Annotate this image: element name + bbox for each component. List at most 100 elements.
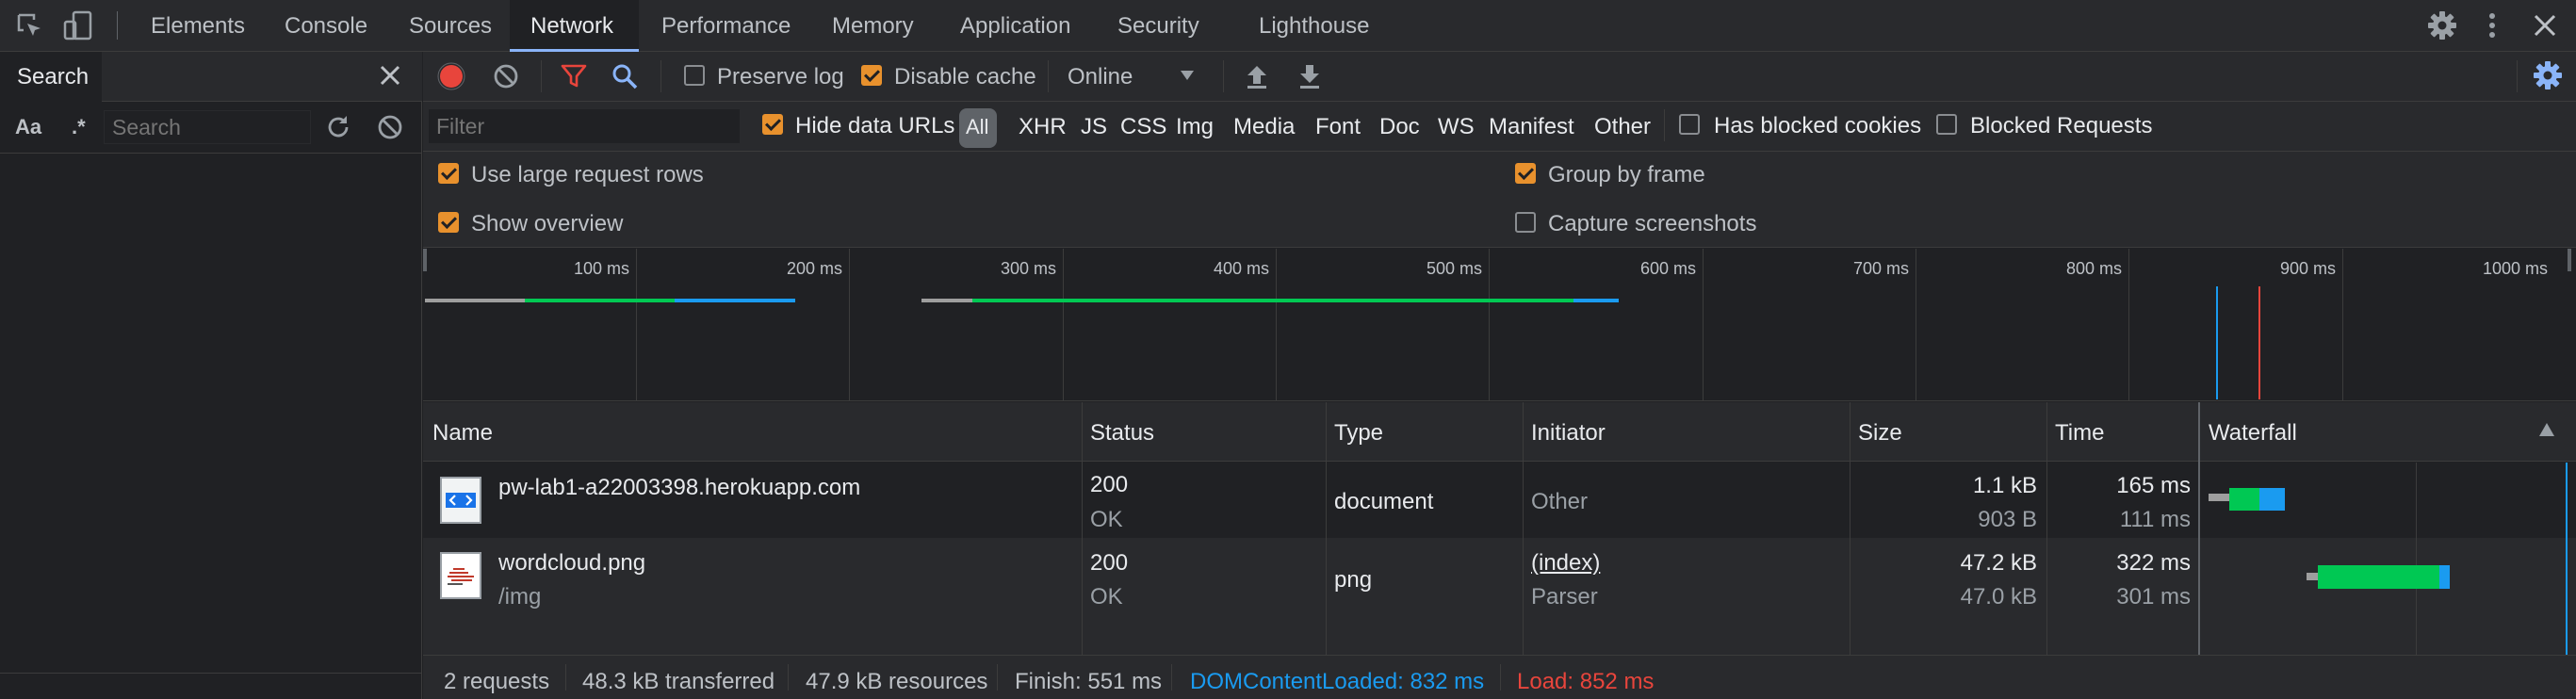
overview-pane [423,249,2576,401]
type-filter-all[interactable]: All [966,117,988,138]
type-filter-img[interactable]: Img [1176,116,1214,138]
search-options-divider [0,153,422,154]
overview-tick-400: 400 ms [1214,259,1270,278]
show-overview-label: Show overview [471,211,624,236]
has-blocked-cookies-checkbox[interactable] [1679,114,1700,135]
waterfall-bar-queue [2307,573,2318,580]
column-header-size[interactable]: Size [1858,422,1902,445]
overview-right-edge [2568,249,2571,271]
overview-gridline [2128,249,2129,401]
request-size-resource: 47.0 kB [1960,584,2037,610]
throttling-select[interactable]: Online [1068,66,1133,89]
filter-input[interactable] [429,109,740,143]
status-transferred: 48.3 kB transferred [582,669,775,694]
sort-ascending-icon[interactable] [2538,422,2555,437]
overview-load-marker [2258,286,2260,399]
search-network-icon[interactable] [611,62,639,90]
request-status-text: OK [1090,584,1123,610]
overview-bar-png-queue [921,299,972,302]
tab-elements[interactable]: Elements [151,15,245,38]
close-devtools-icon[interactable] [2533,13,2557,38]
show-overview-checkbox[interactable] [438,212,459,233]
type-filter-ws[interactable]: WS [1438,116,1475,138]
column-header-waterfall[interactable]: Waterfall [2209,422,2297,445]
type-filter-other[interactable]: Other [1594,116,1651,138]
refresh-icon[interactable] [324,113,352,141]
overview-gridline [1703,249,1704,401]
tab-application[interactable]: Application [960,15,1070,38]
overview-gridline [1063,249,1064,401]
chevron-down-icon[interactable] [1180,69,1195,82]
status-request-count: 2 requests [444,669,550,694]
inspect-element-icon[interactable] [15,11,43,40]
status-separator [1171,664,1172,691]
tab-security[interactable]: Security [1117,15,1199,38]
import-har-icon[interactable] [1244,62,1270,90]
clear-search-icon[interactable] [377,114,403,140]
type-filter-xhr[interactable]: XHR [1019,116,1067,138]
overview-gridline [849,249,850,401]
disable-cache-checkbox[interactable] [861,65,882,86]
column-divider [2046,402,2047,655]
type-filter-css[interactable]: CSS [1120,116,1166,138]
column-header-initiator[interactable]: Initiator [1531,422,1606,445]
column-header-time[interactable]: Time [2055,422,2104,445]
search-input[interactable] [104,110,311,144]
image-file-icon [440,552,481,599]
tab-network[interactable]: Network [530,15,613,38]
request-name[interactable]: wordcloud.png [498,552,645,575]
request-initiator: Other [1531,489,1589,514]
hide-data-urls-checkbox[interactable] [762,114,783,135]
more-options-icon[interactable] [2483,9,2502,41]
request-initiator-link[interactable]: (index) [1531,552,1600,575]
tab-performance[interactable]: Performance [661,15,791,38]
settings-gear-icon[interactable] [2426,9,2458,41]
has-blocked-cookies-label: Has blocked cookies [1714,113,1922,138]
column-header-status[interactable]: Status [1090,422,1154,445]
overview-tick-800: 800 ms [2066,259,2123,278]
column-header-type[interactable]: Type [1334,422,1383,445]
filter-separator [1664,109,1665,141]
overview-tick-1000: 1000 ms [2483,259,2549,278]
request-time: 165 ms [2116,473,2191,498]
clear-log-icon[interactable] [493,63,519,89]
group-by-frame-checkbox[interactable] [1515,163,1536,184]
request-initiator-type: Parser [1531,584,1598,610]
device-toolbar-icon[interactable] [62,9,94,41]
request-time-latency: 111 ms [2119,507,2191,532]
capture-screenshots-checkbox[interactable] [1515,212,1536,233]
network-settings-gear-icon[interactable] [2532,59,2564,91]
settings-pane [423,152,2576,248]
capture-screenshots-label: Capture screenshots [1548,211,1757,236]
table-row[interactable] [423,538,2576,655]
record-button-icon[interactable] [437,62,465,90]
status-separator [1500,664,1501,691]
type-filter-manifest[interactable]: Manifest [1489,116,1574,138]
preserve-log-checkbox[interactable] [684,65,705,86]
tab-lighthouse[interactable]: Lighthouse [1259,15,1369,38]
search-panel-footer-divider [0,673,422,674]
type-filter-font[interactable]: Font [1315,116,1361,138]
status-finish: Finish: 551 ms [1015,669,1163,694]
tab-console[interactable]: Console [285,15,367,38]
overview-gridline [1276,249,1277,401]
large-rows-checkbox[interactable] [438,163,459,184]
filter-icon[interactable] [560,63,588,89]
regex-button[interactable]: .* [72,117,86,138]
waterfall-dcl-line [2566,463,2568,655]
blocked-requests-checkbox[interactable] [1936,114,1957,135]
request-status-text: OK [1090,507,1123,532]
request-name[interactable]: pw-lab1-a22003398.herokuapp.com [498,477,860,499]
match-case-button[interactable]: Aa [15,117,41,138]
overview-tick-100: 100 ms [574,259,630,278]
tab-sources[interactable]: Sources [409,15,492,38]
type-filter-js[interactable]: JS [1081,116,1107,138]
blocked-requests-label: Blocked Requests [1970,113,2153,138]
type-filter-media[interactable]: Media [1233,116,1295,138]
tab-memory[interactable]: Memory [832,15,914,38]
export-har-icon[interactable] [1296,62,1323,90]
type-filter-doc[interactable]: Doc [1379,116,1420,138]
search-panel [0,52,422,699]
close-search-panel-icon[interactable] [379,64,401,87]
column-header-name[interactable]: Name [432,422,493,445]
